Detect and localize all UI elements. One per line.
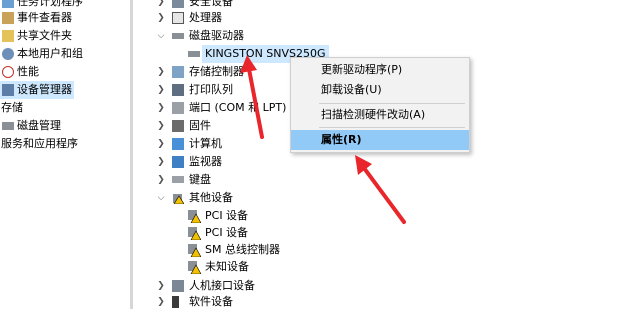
chevron-right-icon[interactable]: ❯ — [156, 153, 166, 171]
warning-device-icon — [188, 244, 202, 258]
tree-label: 端口 (COM 和 LPT) — [189, 101, 287, 114]
disk-icon — [2, 122, 14, 130]
menu-label: 扫描检测硬件改动(A) — [321, 108, 426, 121]
menu-label: 更新驱动程序(P) — [321, 63, 403, 76]
chevron-right-icon[interactable]: ❯ — [156, 9, 166, 27]
warning-device-icon — [188, 210, 202, 224]
hid-icon — [172, 280, 184, 292]
nav-item-device-manager[interactable]: 设备管理器 — [0, 81, 74, 99]
nav-item-disk-management[interactable]: 磁盘管理 — [0, 117, 130, 135]
disk-drive-icon — [172, 33, 184, 39]
task-scheduler-icon — [2, 0, 14, 8]
chevron-right-icon[interactable]: ❯ — [156, 171, 166, 189]
disk-drive-icon — [188, 51, 200, 57]
printer-icon — [172, 84, 184, 96]
tree-label: 监视器 — [189, 155, 222, 168]
left-nav-panel: 任务计划程序 事件查看器 共享文件夹 本地用户和组 性能 设备管理器 存储 磁盘… — [0, 0, 130, 309]
tree-label: 打印队列 — [189, 83, 233, 96]
tree-label: SM 总线控制器 — [205, 243, 280, 256]
users-icon — [2, 48, 14, 60]
tree-label: 固件 — [189, 119, 211, 132]
nav-label: 事件查看器 — [17, 11, 72, 24]
nav-label: 共享文件夹 — [17, 29, 72, 42]
tree-label: 计算机 — [189, 137, 222, 150]
tree-label: PCI 设备 — [205, 226, 249, 239]
chevron-right-icon[interactable]: ❯ — [156, 117, 166, 135]
warning-device-icon — [188, 227, 202, 241]
port-icon — [172, 102, 184, 114]
software-device-icon — [172, 296, 179, 308]
nav-label: 本地用户和组 — [17, 47, 83, 60]
storage-controller-icon — [172, 66, 184, 78]
shared-folder-icon — [2, 30, 14, 42]
chevron-right-icon[interactable]: ❯ — [156, 63, 166, 81]
menu-item-update-driver[interactable]: 更新驱动程序(P) — [291, 60, 469, 80]
nav-label: 磁盘管理 — [17, 119, 61, 132]
menu-item-properties[interactable]: 属性(R) — [291, 130, 469, 150]
device-manager-icon — [2, 84, 14, 96]
context-menu: 更新驱动程序(P) 卸载设备(U) 扫描检测硬件改动(A) 属性(R) — [290, 57, 470, 153]
nav-item-local-users[interactable]: 本地用户和组 — [0, 45, 130, 63]
tree-label: 存储控制器 — [189, 65, 244, 78]
nav-item-event-viewer[interactable]: 事件查看器 — [0, 9, 130, 27]
nav-item-storage[interactable]: 存储 — [0, 99, 130, 117]
menu-item-uninstall-device[interactable]: 卸载设备(U) — [291, 80, 469, 100]
tree-label: 未知设备 — [205, 260, 249, 273]
monitor-icon — [172, 156, 184, 168]
performance-icon — [2, 66, 14, 78]
tree-label: 其他设备 — [189, 191, 233, 204]
chevron-down-icon[interactable]: ⌵ — [156, 189, 166, 207]
keyboard-icon — [172, 176, 184, 183]
nav-item-shared-folders[interactable]: 共享文件夹 — [0, 27, 130, 45]
other-device-icon — [172, 192, 185, 205]
nav-label: 存储 — [1, 101, 23, 114]
menu-separator — [319, 103, 465, 104]
firmware-icon — [172, 120, 184, 132]
menu-separator — [319, 127, 465, 128]
menu-label: 卸载设备(U) — [321, 83, 382, 96]
nav-label: 服务和应用程序 — [1, 137, 78, 150]
panel-divider[interactable] — [130, 0, 133, 309]
tree-label: 键盘 — [189, 173, 211, 186]
chevron-down-icon[interactable]: ⌵ — [156, 27, 166, 45]
chevron-right-icon[interactable]: ❯ — [156, 135, 166, 153]
nav-item-performance[interactable]: 性能 — [0, 63, 130, 81]
tree-label: 处理器 — [189, 11, 222, 24]
chevron-right-icon[interactable]: ❯ — [156, 81, 166, 99]
security-device-icon — [172, 0, 184, 8]
nav-item-services-apps[interactable]: 服务和应用程序 — [0, 135, 130, 153]
tree-label: 磁盘驱动器 — [189, 29, 244, 42]
tree-label: 软件设备 — [189, 295, 233, 308]
menu-label: 属性(R) — [321, 133, 362, 146]
nav-label: 性能 — [17, 65, 39, 78]
event-viewer-icon — [2, 12, 14, 24]
nav-label: 设备管理器 — [17, 83, 72, 96]
warning-device-icon — [188, 261, 202, 275]
chevron-right-icon[interactable]: ❯ — [156, 293, 166, 311]
tree-label: PCI 设备 — [205, 209, 249, 222]
processor-icon — [172, 12, 184, 24]
computer-icon — [172, 138, 184, 150]
red-arrow-to-properties — [355, 155, 406, 224]
chevron-right-icon[interactable]: ❯ — [156, 99, 166, 117]
menu-item-scan-hardware[interactable]: 扫描检测硬件改动(A) — [291, 105, 469, 125]
